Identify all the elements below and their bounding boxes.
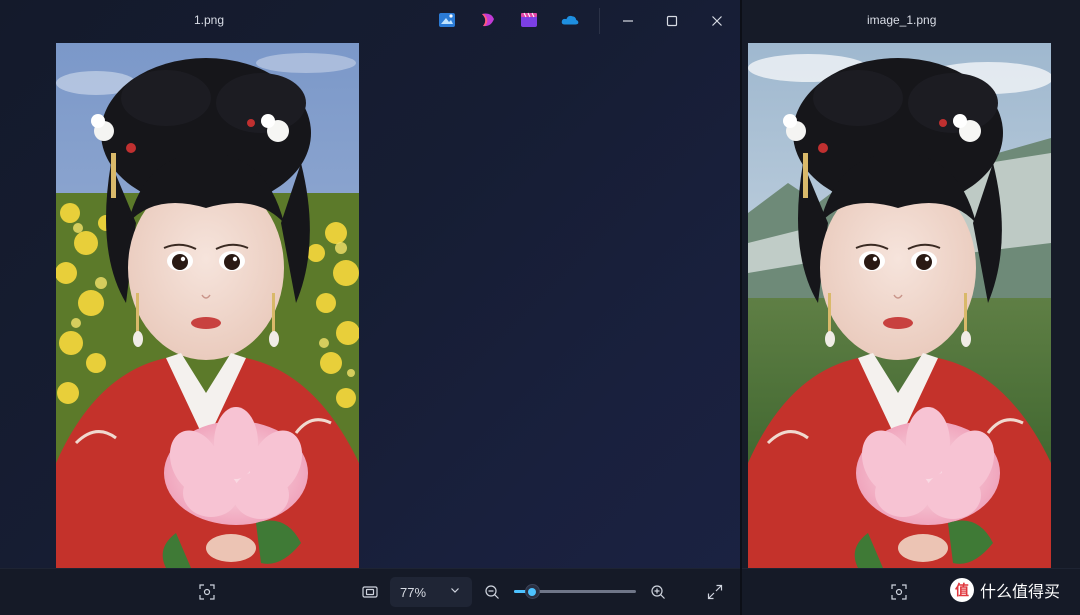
- maximize-button[interactable]: [659, 8, 685, 34]
- clipchamp-icon[interactable]: [479, 11, 497, 29]
- crop-capture-button[interactable]: [886, 579, 912, 605]
- minimize-button[interactable]: [615, 8, 641, 34]
- watermark-text: 什么值得买: [980, 582, 1061, 601]
- crop-capture-icon: [199, 584, 215, 600]
- watermark: 值 什么值得买: [950, 578, 1060, 602]
- maximize-icon: [666, 15, 678, 27]
- desktop: 1.png 77% image_1.png 值 什么值得买: [0, 0, 1080, 615]
- zoom-out-icon: [485, 585, 499, 599]
- close-button[interactable]: [704, 8, 730, 34]
- window-title: 1.png: [194, 13, 225, 27]
- chevron-down-icon: [451, 588, 459, 593]
- crop-capture-button[interactable]: [194, 579, 220, 605]
- watermark-badge: 值: [950, 578, 974, 602]
- zoom-out-button[interactable]: [479, 579, 505, 605]
- minimize-icon: [623, 20, 633, 22]
- zoom-level-value: 77%: [400, 584, 427, 600]
- photos-window-right: image_1.png: [742, 0, 1080, 615]
- fullscreen-button[interactable]: [702, 579, 728, 605]
- photo-girl-rapeseed: [56, 43, 359, 568]
- video-editor-icon[interactable]: [520, 11, 538, 29]
- photos-app-icon[interactable]: [438, 11, 456, 29]
- close-icon: [712, 16, 722, 26]
- zoom-slider-thumb[interactable]: [524, 584, 540, 599]
- onedrive-icon[interactable]: [561, 11, 579, 29]
- zoom-level-dropdown[interactable]: 77%: [390, 577, 472, 607]
- fullscreen-icon: [707, 584, 723, 600]
- photo-girl-grassland: [748, 43, 1051, 568]
- window-title: image_1.png: [867, 13, 937, 27]
- zoom-in-button[interactable]: [645, 579, 671, 605]
- fit-to-window-button[interactable]: [357, 579, 383, 605]
- titlebar-separator: [599, 8, 600, 34]
- fit-to-window-icon: [362, 586, 378, 598]
- zoom-in-icon: [651, 585, 665, 599]
- photos-window-left: 1.png 77%: [0, 0, 740, 615]
- crop-capture-icon: [891, 584, 907, 600]
